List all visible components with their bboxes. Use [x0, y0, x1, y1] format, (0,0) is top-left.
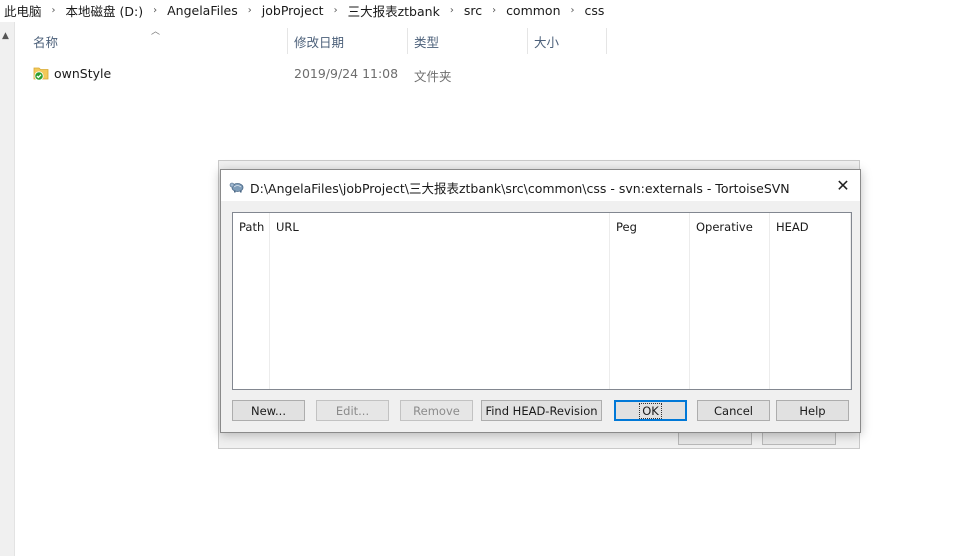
- nav-pane-scrollbar[interactable]: ▲: [0, 22, 15, 556]
- column-header-size[interactable]: 大小: [527, 28, 607, 54]
- edit-button[interactable]: Edit...: [316, 400, 389, 421]
- breadcrumb-chevron-icon[interactable]: ›: [242, 5, 258, 16]
- externals-list[interactable]: Path URL Peg Operative HEAD: [232, 212, 852, 390]
- list-column-url[interactable]: URL: [270, 213, 610, 389]
- breadcrumb-this-pc[interactable]: 此电脑: [0, 1, 46, 20]
- breadcrumb-local-disk[interactable]: 本地磁盘 (D:): [62, 1, 148, 20]
- remove-button[interactable]: Remove: [400, 400, 473, 421]
- list-column-head[interactable]: HEAD: [770, 213, 851, 389]
- help-button[interactable]: Help: [776, 400, 849, 421]
- file-name: ownStyle: [54, 66, 112, 81]
- file-date: 2019/9/24 11:08: [294, 66, 399, 81]
- column-header-date[interactable]: 修改日期: [287, 28, 407, 54]
- breadcrumb-chevron-icon[interactable]: ›: [328, 5, 344, 16]
- list-header-peg: Peg: [616, 220, 637, 234]
- list-header-path: Path: [239, 220, 265, 234]
- tortoisesvn-icon: [229, 178, 245, 194]
- ok-button-label: OK: [639, 402, 662, 419]
- breadcrumb-chevron-icon[interactable]: ›: [147, 5, 163, 16]
- list-column-path[interactable]: Path: [233, 213, 270, 389]
- breadcrumb-ztbank[interactable]: 三大报表ztbank: [344, 1, 444, 20]
- breadcrumb-chevron-icon[interactable]: ›: [46, 5, 62, 16]
- ok-button[interactable]: OK: [614, 400, 687, 421]
- close-icon[interactable]: ✕: [826, 170, 860, 201]
- file-type: 文件夹: [414, 69, 452, 84]
- list-header-url: URL: [276, 220, 299, 234]
- cancel-button[interactable]: Cancel: [697, 400, 770, 421]
- breadcrumb-src[interactable]: src: [460, 3, 486, 18]
- breadcrumb-css[interactable]: css: [581, 3, 609, 18]
- new-button[interactable]: New...: [232, 400, 305, 421]
- dialog-title: D:\AngelaFiles\jobProject\三大报表ztbank\src…: [250, 181, 790, 196]
- breadcrumb: 此电脑 › 本地磁盘 (D:) › AngelaFiles › jobProje…: [0, 0, 976, 20]
- breadcrumb-chevron-icon[interactable]: ›: [444, 5, 460, 16]
- background-button: [678, 432, 752, 445]
- file-row[interactable]: ownStyle 2019/9/24 11:08 文件夹: [26, 62, 607, 84]
- list-column-peg[interactable]: Peg: [610, 213, 690, 389]
- svn-externals-dialog: D:\AngelaFiles\jobProject\三大报表ztbank\src…: [220, 169, 861, 433]
- list-header-operative: Operative: [696, 220, 753, 234]
- breadcrumb-common[interactable]: common: [502, 3, 564, 18]
- breadcrumb-angelafiles[interactable]: AngelaFiles: [163, 3, 242, 18]
- breadcrumb-jobproject[interactable]: jobProject: [258, 3, 328, 18]
- list-header-head: HEAD: [776, 220, 809, 234]
- breadcrumb-chevron-icon[interactable]: ›: [565, 5, 581, 16]
- column-header-type[interactable]: 类型: [407, 28, 527, 54]
- background-button: [762, 432, 836, 445]
- column-header-name[interactable]: 名称: [26, 28, 286, 54]
- list-column-operative[interactable]: Operative: [690, 213, 770, 389]
- find-head-revision-button[interactable]: Find HEAD-Revision: [481, 400, 602, 421]
- dialog-titlebar[interactable]: D:\AngelaFiles\jobProject\三大报表ztbank\src…: [221, 170, 860, 201]
- breadcrumb-chevron-icon[interactable]: ›: [486, 5, 502, 16]
- folder-svn-ok-icon: [33, 65, 49, 81]
- scroll-up-icon[interactable]: ▲: [2, 31, 9, 41]
